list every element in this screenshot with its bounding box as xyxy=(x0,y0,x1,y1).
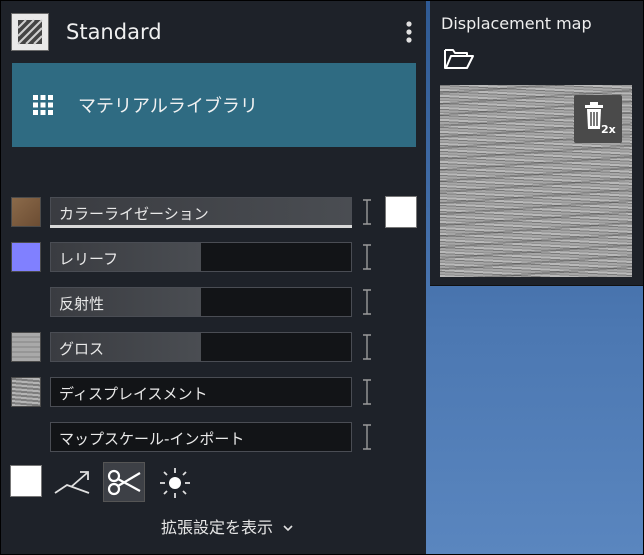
relief-slider[interactable]: レリーフ xyxy=(50,242,352,272)
scissors-icon[interactable] xyxy=(103,462,145,502)
trash-icon[interactable]: 2x xyxy=(574,95,622,143)
folder-open-icon[interactable] xyxy=(443,46,475,72)
material-library-label: マテリアルライブラリ xyxy=(78,96,258,117)
displacement-label: ディスプレイスメント xyxy=(59,385,208,403)
gloss-slider[interactable]: グロス xyxy=(50,332,352,362)
gloss-swatch[interactable] xyxy=(11,332,41,362)
ibeam-icon[interactable] xyxy=(362,244,372,270)
ibeam-icon[interactable] xyxy=(362,424,372,450)
displacement-map-preview[interactable]: 2x xyxy=(440,85,632,277)
tint-color-swatch[interactable] xyxy=(385,196,417,228)
white-swatch-icon[interactable] xyxy=(10,465,42,497)
displacement-slider[interactable]: ディスプレイスメント xyxy=(50,377,352,407)
projection-icon[interactable] xyxy=(53,467,91,497)
colorization-slider[interactable]: カラーライゼーション xyxy=(50,197,352,227)
material-thumbnail[interactable] xyxy=(11,13,49,51)
ibeam-icon[interactable] xyxy=(362,334,372,360)
advanced-settings-label: 拡張設定を表示 xyxy=(161,518,274,537)
displacement-swatch[interactable] xyxy=(11,377,41,407)
app-window: Standard マテリアルライブラリ カラーライゼーション レリーフ 反射性 … xyxy=(0,0,644,555)
map-scale-import-label: マップスケール-インポート xyxy=(59,430,245,448)
relief-label: レリーフ xyxy=(59,250,119,268)
kebab-menu-icon[interactable] xyxy=(404,19,414,47)
colorization-underline xyxy=(50,225,352,228)
map-scale-import-slider[interactable]: マップスケール-インポート xyxy=(50,422,352,452)
displacement-panel: Displacement map 2x xyxy=(430,1,643,286)
displacement-title: Displacement map xyxy=(441,14,592,33)
colorization-label: カラーライゼーション xyxy=(59,205,209,223)
hatch-material-icon xyxy=(17,19,43,45)
relief-swatch[interactable] xyxy=(11,242,41,272)
ibeam-icon[interactable] xyxy=(362,379,372,405)
gloss-label: グロス xyxy=(59,340,105,358)
ibeam-icon[interactable] xyxy=(362,199,372,225)
reflectivity-slider[interactable]: 反射性 xyxy=(50,287,352,317)
material-library-button[interactable]: マテリアルライブラリ xyxy=(12,63,416,147)
advanced-settings-toggle[interactable]: 拡張設定を表示 xyxy=(161,514,294,537)
grid-icon xyxy=(33,95,53,115)
material-name: Standard xyxy=(66,20,162,44)
multiplier-badge: 2x xyxy=(601,123,616,136)
brightness-icon[interactable] xyxy=(157,467,193,499)
colorization-swatch[interactable] xyxy=(11,197,41,227)
ibeam-icon[interactable] xyxy=(362,289,372,315)
reflectivity-label: 反射性 xyxy=(59,295,105,313)
chevron-down-icon xyxy=(283,525,293,532)
material-panel: Standard マテリアルライブラリ カラーライゼーション レリーフ 反射性 … xyxy=(1,1,426,554)
